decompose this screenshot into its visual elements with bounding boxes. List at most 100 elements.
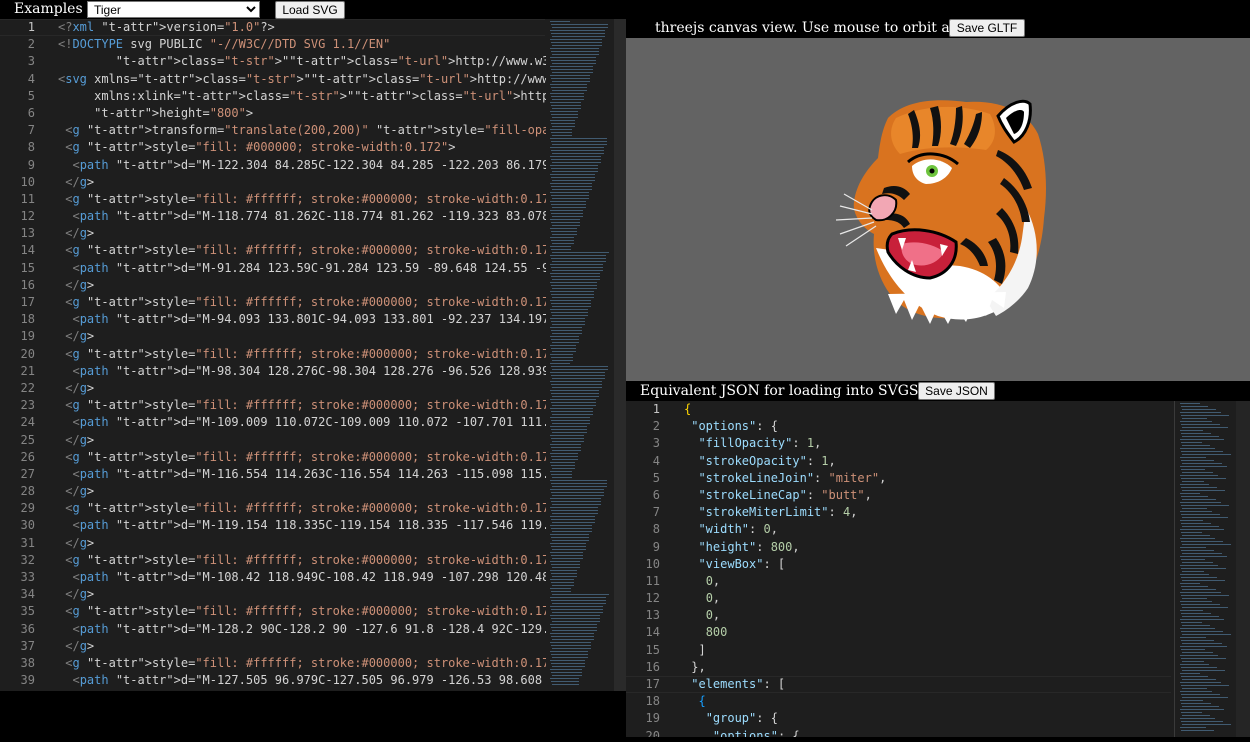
- minimap-row: [552, 378, 605, 379]
- minimap-row: [550, 183, 592, 184]
- code-line[interactable]: <path "t-attr">d="M-118.774 81.262C-118.…: [58, 208, 546, 225]
- code-line[interactable]: </g>: [58, 638, 546, 655]
- code-line[interactable]: 800: [684, 624, 1174, 641]
- minimap-row: [1182, 679, 1216, 680]
- json-editor[interactable]: 1 2 3 4 5 6 7 8 9 10 11 12 13 14 15 16 17 18 19 20 { "optio…: [626, 401, 1250, 737]
- code-line[interactable]: "t-attr">height="800">: [58, 105, 546, 122]
- code-line[interactable]: <g "t-attr">style="fill: #000000; stroke…: [58, 139, 546, 156]
- save-gltf-button[interactable]: Save GLTF: [949, 19, 1025, 37]
- load-svg-button[interactable]: Load SVG: [275, 1, 345, 19]
- code-line[interactable]: <path "t-attr">d="M-116.554 114.263C-116…: [58, 466, 546, 483]
- code-line[interactable]: <path "t-attr">d="M-128.2 90C-128.2 90 -…: [58, 621, 546, 638]
- code-line[interactable]: <path "t-attr">d="M-91.284 123.59C-91.28…: [58, 260, 546, 277]
- code-line[interactable]: </g>: [58, 380, 546, 397]
- code-line[interactable]: </g>: [58, 535, 546, 552]
- svg-scrollbar[interactable]: [614, 19, 626, 691]
- minimap-row: [551, 159, 601, 160]
- svg-code-lines[interactable]: <?xml "t-attr">version="1.0"?> <!DOCTYPE …: [58, 19, 546, 689]
- minimap-row: [1181, 586, 1208, 587]
- code-line[interactable]: </g>: [58, 586, 546, 603]
- minimap-row: [551, 150, 604, 151]
- code-line[interactable]: <g "t-attr">style="fill: #ffffff; stroke…: [58, 242, 546, 259]
- minimap-row: [552, 216, 583, 217]
- code-line[interactable]: <path "t-attr">d="M-119.154 118.335C-119…: [58, 517, 546, 534]
- code-line[interactable]: "strokeLineCap": "butt",: [684, 487, 1174, 504]
- code-line[interactable]: 0,: [684, 573, 1174, 590]
- minimap-row: [551, 528, 592, 529]
- code-line[interactable]: xmlns:xlink="t-attr">class="t-str">""t-a…: [58, 88, 546, 105]
- code-line[interactable]: </g>: [58, 174, 546, 191]
- code-line[interactable]: </g>: [58, 225, 546, 242]
- code-line[interactable]: "elements": [: [684, 676, 1174, 693]
- code-line[interactable]: <path "t-attr">d="M-98.304 128.276C-98.3…: [58, 363, 546, 380]
- code-line[interactable]: "viewBox": [: [684, 556, 1174, 573]
- code-line[interactable]: {: [684, 401, 1174, 418]
- minimap-row: [552, 198, 589, 199]
- code-line[interactable]: "fillOpacity": 1,: [684, 435, 1174, 452]
- code-line[interactable]: "height": 800,: [684, 539, 1174, 556]
- threejs-canvas[interactable]: [626, 38, 1250, 381]
- minimap-row: [551, 186, 592, 187]
- code-line[interactable]: <g "t-attr">style="fill: #ffffff; stroke…: [58, 294, 546, 311]
- minimap-row: [1181, 721, 1223, 722]
- code-line[interactable]: <g "t-attr">style="fill: #ffffff; stroke…: [58, 397, 546, 414]
- minimap-row: [1181, 487, 1217, 488]
- minimap-row: [551, 627, 597, 628]
- code-line[interactable]: <g "t-attr">style="fill: #ffffff; stroke…: [58, 500, 546, 517]
- code-line[interactable]: <path "t-attr">d="M-127.505 96.979C-127.…: [58, 672, 546, 689]
- code-line[interactable]: <?xml "t-attr">version="1.0"?>: [58, 19, 546, 36]
- code-line[interactable]: "t-attr">class="t-str">""t-attr">class="…: [58, 53, 546, 70]
- code-line[interactable]: <svg xmlns="t-attr">class="t-str">""t-at…: [58, 71, 546, 88]
- code-line[interactable]: "width": 0,: [684, 521, 1174, 538]
- minimap-row: [1182, 508, 1207, 509]
- code-line[interactable]: 0,: [684, 607, 1174, 624]
- code-line[interactable]: "strokeOpacity": 1,: [684, 453, 1174, 470]
- line-number: 39: [20, 673, 35, 688]
- code-line[interactable]: 0,: [684, 590, 1174, 607]
- examples-select[interactable]: Tiger: [87, 1, 260, 18]
- code-line[interactable]: <path "t-attr">d="M-109.009 110.072C-109…: [58, 414, 546, 431]
- code-line[interactable]: <path "t-attr">d="M-122.304 84.285C-122.…: [58, 157, 546, 174]
- json-minimap[interactable]: [1178, 401, 1236, 737]
- minimap-row: [552, 234, 577, 235]
- code-line[interactable]: {: [684, 693, 1174, 710]
- minimap-row: [552, 513, 598, 514]
- code-line[interactable]: <g "t-attr">transform="translate(200,200…: [58, 122, 546, 139]
- minimap-row: [550, 498, 601, 499]
- svg-source-editor[interactable]: 1 2 3 4 5 6 7 8 9 10 11 12 13 14 15 16 17 18 19 20 21 22 23 24 2…: [0, 19, 626, 691]
- json-code-lines[interactable]: { "options": { "fillOpacity": 1, "stroke…: [684, 401, 1174, 737]
- code-line[interactable]: <path "t-attr">d="M-108.42 118.949C-108.…: [58, 569, 546, 586]
- code-line[interactable]: "strokeMiterLimit": 4,: [684, 504, 1174, 521]
- save-json-button[interactable]: Save JSON: [918, 382, 995, 400]
- minimap-row: [551, 537, 589, 538]
- code-line[interactable]: "strokeLineJoin": "miter",: [684, 470, 1174, 487]
- minimap-row: [1182, 481, 1204, 482]
- minimap-row: [550, 147, 604, 148]
- code-line[interactable]: "group": {: [684, 710, 1174, 727]
- code-line[interactable]: <g "t-attr">style="fill: #ffffff; stroke…: [58, 655, 546, 672]
- code-line[interactable]: </g>: [58, 328, 546, 345]
- svg-minimap[interactable]: [548, 19, 614, 691]
- code-line[interactable]: "options": {: [684, 418, 1174, 435]
- code-line[interactable]: </g>: [58, 483, 546, 500]
- code-line[interactable]: },: [684, 659, 1174, 676]
- minimap-row: [1180, 421, 1212, 422]
- code-line[interactable]: <!DOCTYPE svg PUBLIC "-//W3C//DTD SVG 1.…: [58, 36, 546, 53]
- code-line[interactable]: "options": {: [684, 728, 1174, 737]
- line-number: 15: [645, 642, 660, 657]
- json-scrollbar[interactable]: [1236, 401, 1250, 737]
- minimap-row: [1180, 511, 1212, 512]
- code-line[interactable]: </g>: [58, 277, 546, 294]
- minimap-row: [552, 603, 606, 604]
- code-line[interactable]: ]: [684, 642, 1174, 659]
- minimap-row: [551, 438, 584, 439]
- code-line[interactable]: </g>: [58, 432, 546, 449]
- code-line[interactable]: <g "t-attr">style="fill: #ffffff; stroke…: [58, 449, 546, 466]
- code-line[interactable]: <path "t-attr">d="M-94.093 133.801C-94.0…: [58, 311, 546, 328]
- code-line[interactable]: <g "t-attr">style="fill: #ffffff; stroke…: [58, 346, 546, 363]
- code-line[interactable]: <g "t-attr">style="fill: #ffffff; stroke…: [58, 603, 546, 620]
- minimap-row: [550, 255, 606, 256]
- minimap-row: [1180, 439, 1224, 440]
- code-line[interactable]: <g "t-attr">style="fill: #ffffff; stroke…: [58, 191, 546, 208]
- code-line[interactable]: <g "t-attr">style="fill: #ffffff; stroke…: [58, 552, 546, 569]
